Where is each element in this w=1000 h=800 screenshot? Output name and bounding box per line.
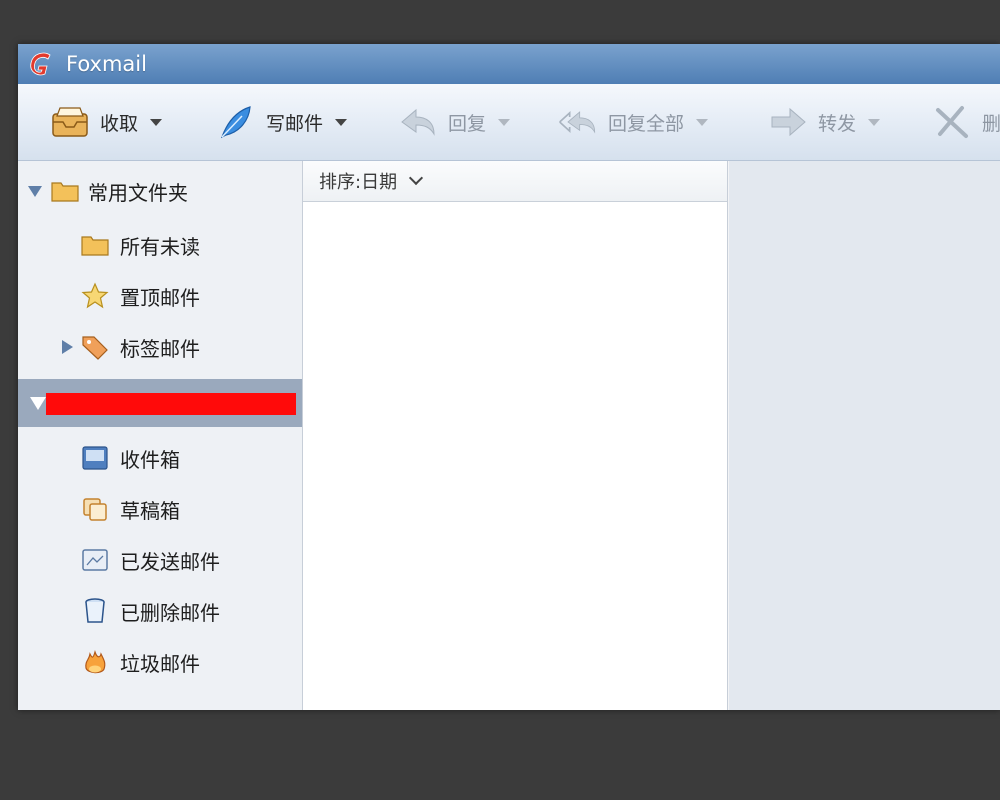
sidebar-item-all-unread[interactable]: 所有未读 [18,223,302,267]
sort-chevron-down-icon[interactable] [409,170,424,186]
forward-dropdown-caret-icon[interactable] [868,118,881,126]
trash-icon [80,596,110,626]
compose-dropdown-caret-icon[interactable] [335,118,348,126]
receive-label: 收取 [100,112,139,135]
sidebar-item-label: 草稿箱 [120,498,180,523]
reply-label: 回复 [448,112,487,135]
folder-sidebar: 常用文件夹 所有未读 置顶邮件 标签邮件 收件箱 草稿箱 已发送邮件 已删除邮件… [18,161,303,710]
reply-all-button[interactable]: 回复全部 [558,100,709,144]
sidebar-item-drafts[interactable]: 草稿箱 [18,487,302,531]
sidebar-account-row[interactable] [18,379,302,427]
receive-dropdown-caret-icon[interactable] [150,118,163,126]
sidebar-item-deleted[interactable]: 已删除邮件 [18,589,302,633]
sidebar-item-spam[interactable]: 垃圾邮件 [18,640,302,684]
inbox-tray-icon [50,104,90,140]
delete-button[interactable]: 删 [932,100,1000,144]
drafts-icon [80,494,110,524]
screen: Foxmail 收取 写邮件 回复 回复全部 转发 删 常用文件夹 所有未读 置… [0,0,1000,800]
compose-label: 写邮件 [266,112,324,135]
sidebar-group-label: 常用文件夹 [88,180,188,205]
sidebar-item-label: 已删除邮件 [120,600,220,625]
reply-button[interactable]: 回复 [398,100,511,144]
sidebar-item-tagged[interactable]: 标签邮件 [18,325,302,369]
delete-label: 删 [982,112,1000,135]
reply-dropdown-caret-icon[interactable] [498,118,511,126]
sidebar-item-label: 所有未读 [120,234,200,259]
feather-pen-icon [216,104,256,140]
window-title: Foxmail [66,52,147,76]
folder-icon [80,230,110,260]
sidebar-item-sent[interactable]: 已发送邮件 [18,538,302,582]
toolbar: 收取 写邮件 回复 回复全部 转发 删 [18,84,1000,161]
foxmail-window: Foxmail 收取 写邮件 回复 回复全部 转发 删 常用文件夹 所有未读 置… [18,44,1000,710]
sidebar-item-label: 已发送邮件 [120,549,220,574]
forward-label: 转发 [818,112,857,135]
sidebar-item-inbox[interactable]: 收件箱 [18,436,302,480]
reading-pane [729,161,1000,710]
reply-all-dropdown-caret-icon[interactable] [696,118,709,126]
forward-button[interactable]: 转发 [768,100,881,144]
folder-icon [50,176,80,206]
sidebar-item-label: 收件箱 [120,447,180,472]
redacted-account-name [46,393,296,415]
sort-bar[interactable]: 排序:日期 [303,161,727,202]
foxmail-logo-icon [26,49,56,79]
compose-button[interactable]: 写邮件 [216,100,348,144]
expand-triangle-icon[interactable] [62,340,73,354]
reply-all-label: 回复全部 [608,112,685,135]
reply-all-arrow-icon [558,104,598,140]
sidebar-item-label: 标签邮件 [120,336,200,361]
spam-fire-icon [80,647,110,677]
expand-triangle-icon[interactable] [30,397,46,410]
star-icon [80,281,110,311]
sort-label: 排序:日期 [319,172,398,193]
sidebar-group-common-folders[interactable]: 常用文件夹 [18,169,302,213]
sidebar-item-pinned[interactable]: 置顶邮件 [18,274,302,318]
inbox-icon [80,443,110,473]
message-list-pane[interactable]: 排序:日期 [303,161,728,710]
sidebar-item-label: 垃圾邮件 [120,651,200,676]
sidebar-item-label: 置顶邮件 [120,285,200,310]
tag-icon [80,332,110,362]
receive-button[interactable]: 收取 [50,100,163,144]
reply-arrow-icon [398,104,438,140]
expand-triangle-icon[interactable] [28,185,42,197]
sent-icon [80,545,110,575]
forward-arrow-icon [768,104,808,140]
delete-x-icon [932,104,972,140]
title-bar: Foxmail [18,44,1000,84]
